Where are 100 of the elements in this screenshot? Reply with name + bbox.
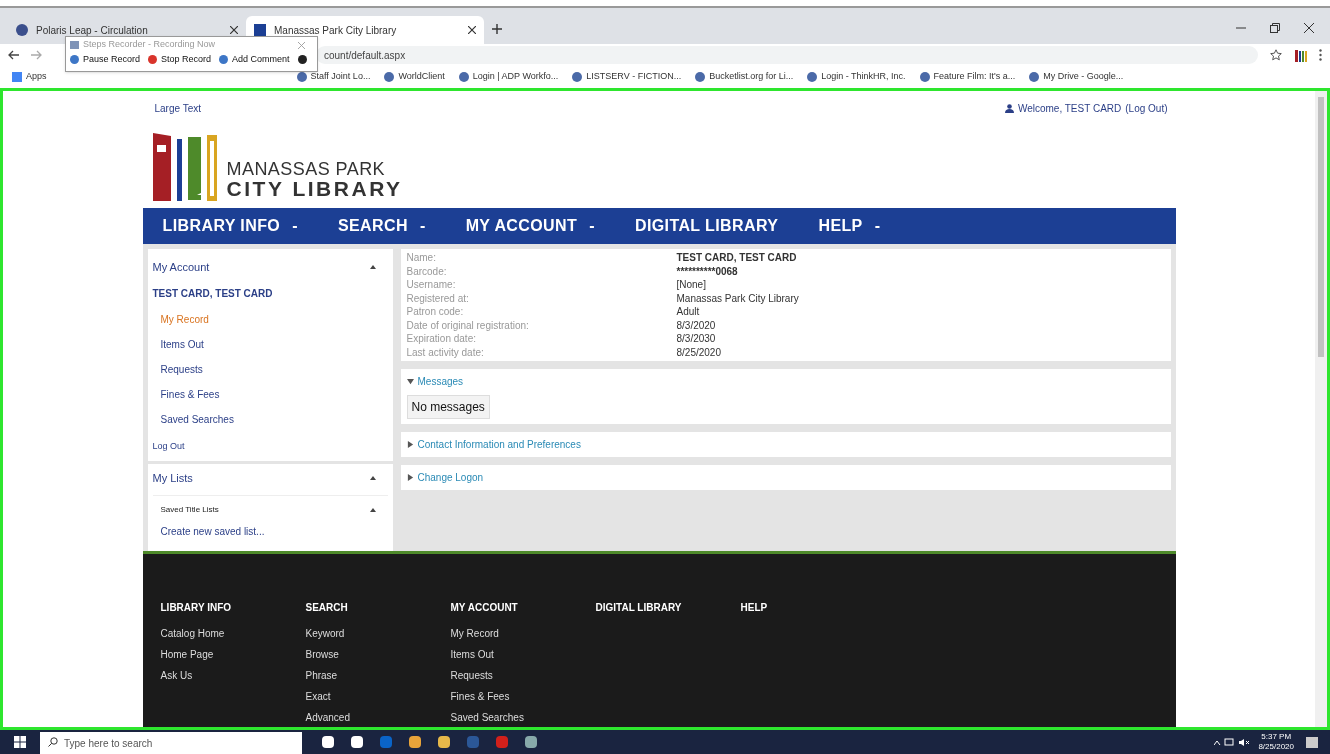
nav-link[interactable]: MY ACCOUNT - [465, 214, 595, 238]
bookmark[interactable]: LISTSERV - FICTION... [572, 70, 682, 84]
bookmark[interactable]: Bucketlist.org for Li... [695, 70, 794, 84]
close-icon[interactable] [230, 26, 238, 34]
bookmark[interactable]: My Drive - Google... [1029, 70, 1124, 84]
footer-heading: LIBRARY INFO [160, 601, 233, 615]
site-icon [254, 24, 266, 36]
scrollbar[interactable] [1315, 91, 1327, 727]
footer-link[interactable]: Fines & Fees [450, 689, 596, 704]
bookmark[interactable]: Apps [12, 70, 47, 84]
tab-title: Manassas Park City Library [274, 23, 398, 38]
recorder-button[interactable]: Pause Record [70, 53, 141, 67]
help-icon[interactable] [297, 55, 307, 65]
footer-link[interactable]: Catalog Home [160, 626, 306, 641]
footer-link[interactable]: Browse [305, 647, 451, 662]
new-tab-icon[interactable] [492, 24, 502, 34]
nav-link[interactable]: LIBRARY INFO - [162, 214, 298, 238]
field-label: Username: [406, 278, 457, 292]
menu-icon[interactable] [1319, 49, 1322, 61]
logo-text: MANASSAS PARK [226, 160, 387, 178]
bookmark[interactable]: Feature Film: It's a... [919, 70, 1016, 84]
books-icon[interactable] [1294, 48, 1307, 62]
field-value: 8/25/2020 [676, 345, 721, 359]
taskbar-app-icon[interactable] [438, 736, 450, 748]
large-text-link[interactable]: Large Text [154, 101, 201, 116]
patron-name: TEST CARD, TEST CARD [152, 286, 274, 301]
clock-date: 8/25/2020 [1258, 742, 1294, 752]
windows-logo-icon[interactable] [14, 736, 26, 748]
footer-link[interactable]: Home Page [160, 647, 306, 662]
nav-link[interactable]: HELP - [818, 214, 881, 238]
bookmark[interactable]: WorldClient [384, 70, 445, 84]
field-label: Barcode: [406, 264, 448, 278]
taskbar-app-icon[interactable] [525, 736, 537, 748]
back-arrow-icon[interactable] [8, 50, 19, 60]
footer-link[interactable]: Exact [305, 689, 451, 704]
field-value: Manassas Park City Library [676, 291, 799, 305]
field-label: Registered at: [406, 291, 470, 305]
sidebar-link[interactable]: Saved Searches [152, 406, 388, 432]
logout-link[interactable]: (Log Out) [1125, 101, 1168, 116]
bookmark[interactable]: Login - ThinkHR, Inc. [807, 70, 906, 84]
field-label: Last activity date: [406, 345, 485, 359]
footer-link[interactable]: Requests [450, 668, 596, 683]
browser-tab[interactable]: Manassas Park City Library [246, 16, 484, 44]
footer-heading: HELP [740, 601, 769, 615]
caret-right-icon [406, 474, 414, 481]
sidebar-link[interactable]: Items Out [152, 331, 388, 357]
notification-icon[interactable] [1306, 736, 1318, 748]
nav-link[interactable]: DIGITAL LIBRARY [634, 214, 779, 238]
panel-toggle[interactable]: Contact Information and Preferences [406, 437, 1165, 452]
recorder-button[interactable]: Stop Record [148, 53, 212, 67]
caret-down-icon [406, 378, 414, 385]
field-value: 8/3/2020 [676, 318, 716, 332]
tab-title: Polaris Leap - Circulation [36, 23, 149, 38]
sidebar-link[interactable]: Requests [152, 356, 388, 382]
footer-link[interactable]: Items Out [450, 647, 596, 662]
address-bar[interactable]: count/default.aspx [316, 46, 1258, 64]
tray-icons[interactable] [1214, 737, 1251, 747]
collapse-icon[interactable] [369, 507, 376, 512]
message-box: No messages [406, 395, 490, 419]
taskbar-search-field[interactable]: Type here to search [40, 731, 302, 754]
footer-link[interactable]: My Record [450, 626, 596, 641]
field-value: 8/3/2030 [676, 332, 716, 346]
section-title: My Account [152, 260, 210, 275]
footer-heading: SEARCH [305, 601, 349, 615]
caret-right-icon [406, 441, 414, 448]
section-title: My Lists [152, 471, 193, 486]
recorder-icon [70, 41, 79, 49]
close-icon[interactable] [468, 26, 476, 34]
bookmark[interactable]: Login | ADP Workfo... [458, 70, 559, 84]
taskbar-app-icon[interactable] [409, 736, 421, 748]
site-icon [572, 72, 583, 82]
nav-link[interactable]: SEARCH - [337, 214, 426, 238]
footer-link[interactable]: Keyword [305, 626, 451, 641]
close-icon[interactable] [1304, 23, 1314, 33]
panel-toggle[interactable]: Messages [406, 374, 1165, 389]
panel-toggle[interactable]: Change Logon [406, 470, 1165, 485]
create-list-link[interactable]: Create new saved list... [152, 523, 388, 539]
collapse-icon[interactable] [369, 265, 376, 270]
footer-link[interactable]: Ask Us [160, 668, 306, 683]
restore-icon[interactable] [1270, 23, 1280, 33]
collapse-icon[interactable] [369, 476, 376, 481]
subsection-title: Saved Title Lists [160, 503, 219, 516]
footer-link[interactable]: Saved Searches [450, 710, 596, 725]
clock-time: 5:37 PM [1261, 732, 1292, 742]
logout-link[interactable]: Log Out [152, 431, 388, 455]
field-label: Name: [406, 251, 437, 265]
bookmark[interactable]: Staff Joint Lo... [296, 70, 371, 84]
logo-text: CITY LIBRARY [226, 178, 403, 199]
footer-link[interactable]: Advanced [305, 710, 451, 725]
star-icon[interactable] [1270, 49, 1282, 61]
taskbar-app-icon[interactable] [351, 736, 363, 748]
sidebar-link[interactable]: Fines & Fees [152, 381, 388, 407]
footer-link[interactable]: Phrase [305, 668, 451, 683]
recorder-button[interactable]: Add Comment [219, 53, 290, 67]
apps-grid-icon [12, 72, 22, 82]
site-icon [384, 72, 395, 82]
search-icon [48, 737, 58, 747]
welcome-text: Welcome, TEST CARD [1017, 102, 1122, 116]
recorder-title: Steps Recorder - Recording Now [83, 38, 217, 52]
taskbar-app-icon[interactable] [322, 736, 334, 748]
